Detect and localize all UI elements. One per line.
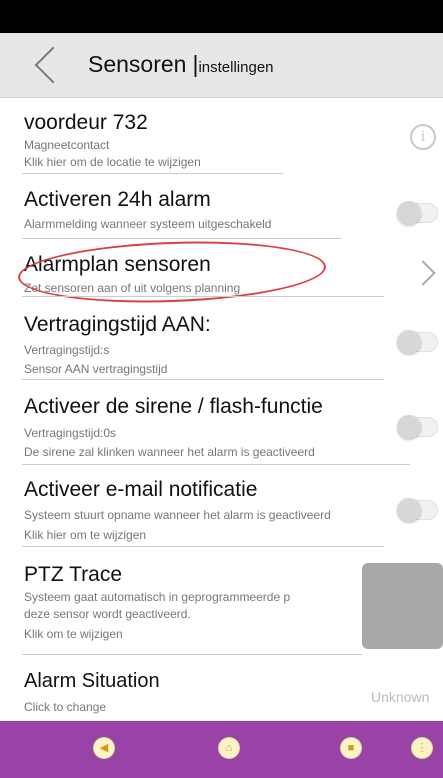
more-nav-icon[interactable]: ⋮ (412, 738, 432, 758)
siren-line1: Vertragingstijd:0s (24, 426, 117, 440)
email-line1: Systeem stuurt opname wanneer het alarm … (24, 508, 331, 522)
siren-line2: De sirene zal klinken wanneer het alarm … (24, 445, 315, 459)
status-bar (0, 0, 443, 33)
divider (22, 546, 384, 547)
siren-toggle[interactable] (397, 415, 438, 439)
toggle-knob (397, 330, 421, 354)
email-line2: Klik hier om te wijzigen (24, 528, 147, 542)
toggle-knob (397, 201, 421, 225)
situation-desc: Click to change (24, 700, 107, 714)
delay-toggle[interactable] (397, 330, 438, 354)
divider (22, 464, 410, 465)
situation-value: Unknown (371, 689, 430, 705)
more-nav-glyph: ⋮ (416, 742, 428, 754)
email-title: Activeer e-mail notificatie (24, 478, 258, 501)
page-subtitle: instellingen (198, 59, 274, 76)
situation-title: Alarm Situation (24, 670, 160, 692)
stop-nav-icon[interactable]: ■ (341, 738, 361, 758)
toggle-knob (397, 498, 421, 522)
sensor-type: Magneetcontact (24, 138, 110, 152)
sensor-row[interactable]: voordeur 732 Magneetcontact Klik hier om… (0, 97, 443, 177)
ptz-line1: Systeem gaat automatisch in geprogrammee… (24, 590, 291, 604)
siren-title: Activeer de sirene / flash-functie (24, 395, 323, 418)
email-row[interactable]: Activeer e-mail notificatie Systeem stuu… (0, 467, 443, 547)
alarm24h-title: Activeren 24h alarm (24, 188, 211, 211)
email-toggle[interactable] (397, 498, 438, 522)
divider (22, 238, 341, 239)
page-title-main: Sensoren (88, 51, 187, 77)
back-nav-icon[interactable]: ◀ (94, 738, 114, 758)
divider (22, 654, 362, 655)
delay-row: Vertragingstijd AAN: Vertragingstijd:s S… (0, 300, 443, 378)
situation-row[interactable]: Alarm Situation Click to change (0, 658, 443, 718)
toggle-knob (397, 415, 421, 439)
stop-nav-glyph: ■ (347, 742, 355, 754)
delay-line2: Sensor AAN vertragingstijd (24, 362, 168, 376)
divider (22, 379, 384, 380)
siren-row: Activeer de sirene / flash-functie Vertr… (0, 383, 443, 465)
info-icon[interactable]: i (410, 124, 436, 150)
ptz-line2: deze sensor wordt geactiveerd. (24, 607, 191, 621)
alarm24h-toggle[interactable] (397, 201, 438, 225)
back-nav-glyph: ◀ (99, 742, 109, 754)
divider (22, 173, 283, 174)
page-title: Sensoren |instellingen (88, 51, 274, 78)
divider (22, 296, 384, 297)
sensor-name: voordeur 732 (24, 111, 148, 134)
alarm24h-row: Activeren 24h alarm Alarmmelding wanneer… (0, 175, 443, 240)
delay-line1: Vertragingstijd:s (24, 343, 110, 357)
delay-title: Vertragingstijd AAN: (24, 313, 211, 336)
ptz-title: PTZ Trace (24, 563, 123, 586)
overlay-square (362, 563, 443, 649)
sensor-location-hint: Klik hier om de locatie te wijzigen (24, 155, 201, 169)
home-nav-glyph: ⌂ (225, 742, 233, 754)
alarm24h-desc: Alarmmelding wanneer systeem uitgeschake… (24, 217, 272, 231)
home-nav-icon[interactable]: ⌂ (219, 738, 239, 758)
ptz-line3: Klik om te wijzigen (24, 627, 123, 641)
